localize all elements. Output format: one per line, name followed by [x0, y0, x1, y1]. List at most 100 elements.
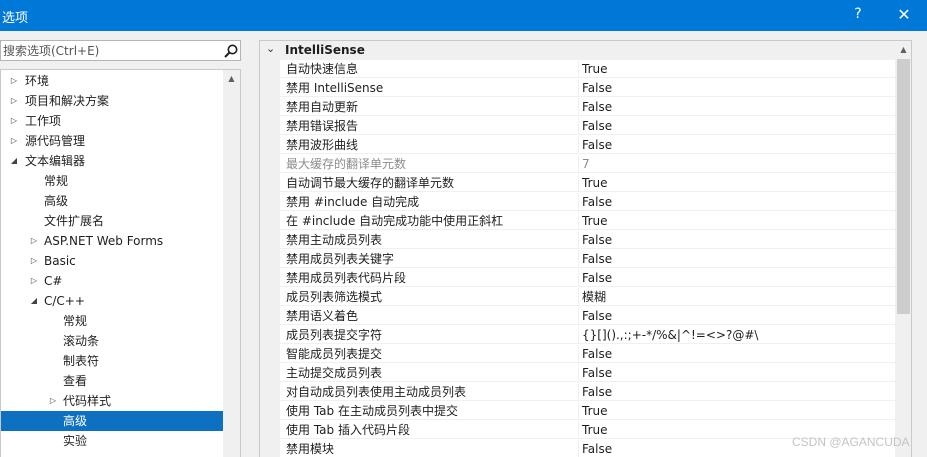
property-row[interactable]: 智能成员列表提交 False [260, 345, 895, 364]
tree-item[interactable]: 高级 [1, 411, 223, 431]
tree-item[interactable]: ... [1, 451, 223, 457]
collapsed-arrow-icon[interactable]: ▷ [9, 91, 19, 111]
property-name[interactable]: 对自动成员列表使用主动成员列表 [260, 383, 578, 401]
property-row[interactable]: 在 #include 自动完成功能中使用正斜杠 True [260, 212, 895, 231]
property-value[interactable]: False [578, 136, 895, 154]
tree-item[interactable]: 文件扩展名 [1, 211, 223, 231]
property-row[interactable]: 禁用主动成员列表 False [260, 231, 895, 250]
property-row[interactable]: 成员列表提交字符 {}[]().,:;+-*/%&|^!=<>?@#\ [260, 326, 895, 345]
search-input[interactable] [3, 42, 213, 59]
tree-item[interactable]: ▷ ASP.NET Web Forms [1, 231, 223, 251]
property-name[interactable]: 禁用模块 [260, 440, 578, 457]
tree-item[interactable]: ▷ Basic [1, 251, 223, 271]
tree-scrollbar[interactable]: ▲ [223, 70, 240, 457]
property-name[interactable]: 禁用 IntelliSense [260, 79, 578, 97]
property-value[interactable]: False [578, 269, 895, 287]
collapsed-arrow-icon[interactable]: ▷ [9, 131, 19, 151]
property-value[interactable]: 7 [578, 155, 895, 173]
property-name[interactable]: 禁用波形曲线 [260, 136, 578, 154]
scroll-up-arrow-icon[interactable]: ▲ [895, 41, 911, 58]
tree-item[interactable]: ▷ 环境 [1, 71, 223, 91]
property-name[interactable]: 禁用成员列表代码片段 [260, 269, 578, 287]
search-icon[interactable] [223, 43, 239, 59]
tree-item[interactable]: ▷ C# [1, 271, 223, 291]
tree-item[interactable]: 常规 [1, 171, 223, 191]
property-name[interactable]: 自动调节最大缓存的翻译单元数 [260, 174, 578, 192]
tree-item[interactable]: 查看 [1, 371, 223, 391]
property-value[interactable]: False [578, 231, 895, 249]
property-name[interactable]: 禁用 #include 自动完成 [260, 193, 578, 211]
property-value[interactable]: False [578, 98, 895, 116]
property-row[interactable]: 使用 Tab 在主动成员列表中提交 True [260, 402, 895, 421]
property-name[interactable]: 使用 Tab 插入代码片段 [260, 421, 578, 439]
property-row[interactable]: 禁用 #include 自动完成 False [260, 193, 895, 212]
property-grid[interactable]: ⌄ IntelliSense 自动快速信息 True 禁用 IntelliSense… [259, 40, 912, 457]
property-row[interactable]: 自动快速信息 True [260, 60, 895, 79]
property-row[interactable]: 禁用波形曲线 False [260, 136, 895, 155]
property-row[interactable]: 主动提交成员列表 False [260, 364, 895, 383]
property-name[interactable]: 禁用主动成员列表 [260, 231, 578, 249]
property-row[interactable]: 禁用 IntelliSense False [260, 79, 895, 98]
grid-scrollbar[interactable]: ▲ [895, 41, 911, 457]
tree-item[interactable]: ▷ 工作项 [1, 111, 223, 131]
property-row[interactable]: 成员列表筛选模式 模糊 [260, 288, 895, 307]
collapsed-arrow-icon[interactable]: ▷ [29, 251, 39, 271]
property-name[interactable]: 最大缓存的翻译单元数 [260, 155, 578, 173]
property-name[interactable]: 使用 Tab 在主动成员列表中提交 [260, 402, 578, 420]
collapsed-arrow-icon[interactable]: ▷ [9, 71, 19, 91]
options-tree[interactable]: ▷ 环境 ▷ 项目和解决方案 ▷ 工作项 ▷ 源代码管理 ◢ 文本编辑器 常规 高级 文件扩展名 ▷ ASP… [0, 69, 241, 457]
property-value[interactable]: False [578, 79, 895, 97]
tree-item[interactable]: 常规 [1, 311, 223, 331]
property-row[interactable]: 禁用成员列表代码片段 False [260, 269, 895, 288]
tree-item[interactable]: ▷ 代码样式 [1, 391, 223, 411]
property-value[interactable]: {}[]().,:;+-*/%&|^!=<>?@#\ [578, 326, 895, 344]
tree-item[interactable]: 高级 [1, 191, 223, 211]
expanded-arrow-icon[interactable]: ◢ [9, 151, 19, 171]
tree-item[interactable]: 实验 [1, 431, 223, 451]
property-name[interactable]: 自动快速信息 [260, 60, 578, 78]
property-row[interactable]: 禁用成员列表关键字 False [260, 250, 895, 269]
property-name[interactable]: 主动提交成员列表 [260, 364, 578, 382]
help-button[interactable]: ? [851, 6, 865, 22]
close-button[interactable]: ✕ [896, 5, 912, 24]
property-name[interactable]: 成员列表筛选模式 [260, 288, 578, 306]
property-value[interactable]: False [578, 117, 895, 135]
property-name[interactable]: 成员列表提交字符 [260, 326, 578, 344]
property-value[interactable]: False [578, 307, 895, 325]
property-row[interactable]: 最大缓存的翻译单元数 7 [260, 155, 895, 174]
property-row[interactable]: 禁用语义着色 False [260, 307, 895, 326]
tree-item[interactable]: 滚动条 [1, 331, 223, 351]
property-value[interactable]: False [578, 250, 895, 268]
property-name[interactable]: 禁用自动更新 [260, 98, 578, 116]
property-value[interactable]: True [578, 402, 895, 420]
collapsed-arrow-icon[interactable]: ▷ [48, 391, 58, 411]
property-name[interactable]: 智能成员列表提交 [260, 345, 578, 363]
property-value[interactable]: False [578, 383, 895, 401]
property-value[interactable]: False [578, 193, 895, 211]
property-value[interactable]: False [578, 364, 895, 382]
property-row[interactable]: 自动调节最大缓存的翻译单元数 True [260, 174, 895, 193]
search-box[interactable] [0, 40, 241, 61]
property-name[interactable]: 在 #include 自动完成功能中使用正斜杠 [260, 212, 578, 230]
chevron-down-icon[interactable]: ⌄ [266, 42, 275, 55]
category-header[interactable]: ⌄ IntelliSense [260, 41, 895, 60]
scroll-up-arrow-icon[interactable]: ▲ [223, 70, 240, 87]
tree-item[interactable]: ◢ C/C++ [1, 291, 223, 311]
property-row[interactable]: 禁用错误报告 False [260, 117, 895, 136]
tree-item[interactable]: ▷ 源代码管理 [1, 131, 223, 151]
property-value[interactable]: True [578, 174, 895, 192]
property-name[interactable]: 禁用成员列表关键字 [260, 250, 578, 268]
expanded-arrow-icon[interactable]: ◢ [29, 291, 39, 311]
property-value[interactable]: True [578, 212, 895, 230]
property-value[interactable]: False [578, 345, 895, 363]
property-row[interactable]: 对自动成员列表使用主动成员列表 False [260, 383, 895, 402]
collapsed-arrow-icon[interactable]: ▷ [29, 231, 39, 251]
property-value[interactable]: 模糊 [578, 288, 895, 306]
property-row[interactable]: 禁用自动更新 False [260, 98, 895, 117]
tree-item[interactable]: 制表符 [1, 351, 223, 371]
property-value[interactable]: True [578, 60, 895, 78]
tree-item[interactable]: ◢ 文本编辑器 [1, 151, 223, 171]
tree-item[interactable]: ▷ 项目和解决方案 [1, 91, 223, 111]
collapsed-arrow-icon[interactable]: ▷ [29, 271, 39, 291]
scrollbar-thumb[interactable] [897, 59, 910, 314]
